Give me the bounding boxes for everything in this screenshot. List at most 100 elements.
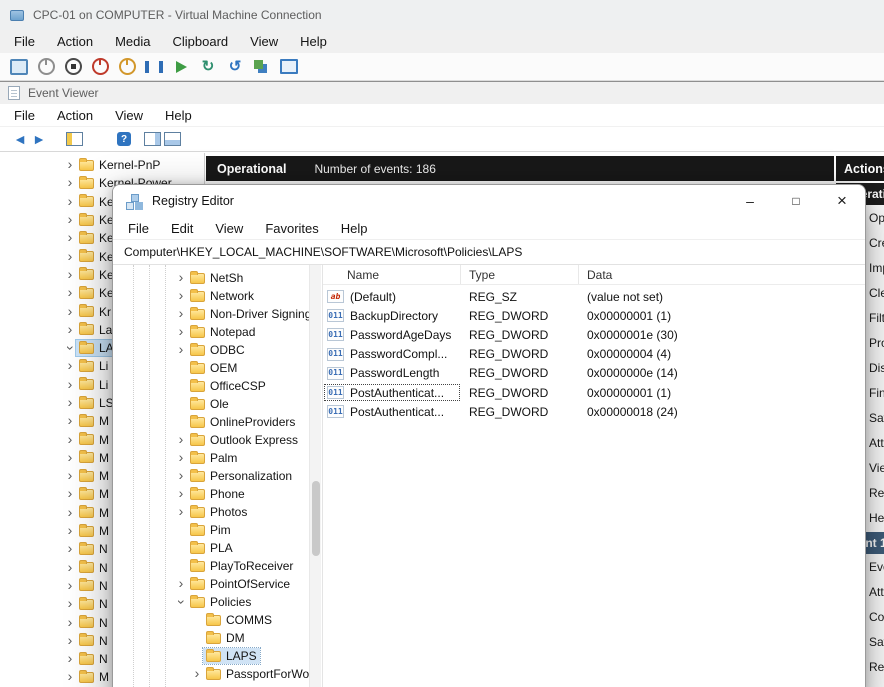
registry-value-row[interactable]: (Default) REG_SZ (value not set) (323, 287, 865, 306)
tree-item-body[interactable]: M (76, 523, 112, 539)
tree-item-body[interactable]: M (76, 505, 112, 521)
chevron-right-icon[interactable] (175, 341, 187, 359)
tree-item-body[interactable]: M (76, 413, 112, 429)
tree-item-body[interactable]: N (76, 615, 111, 631)
menu-item[interactable]: Help (289, 34, 338, 49)
chevron-right-icon[interactable] (64, 248, 76, 266)
chevron-right-icon[interactable] (64, 467, 76, 485)
tree-item-body[interactable]: N (76, 596, 111, 612)
reg-titlebar[interactable]: Registry Editor (113, 185, 865, 217)
ev-tree-item[interactable]: Kernel-PnP (0, 156, 204, 174)
help-icon[interactable] (114, 129, 134, 149)
chevron-right-icon[interactable] (64, 668, 76, 686)
reg-tree-item[interactable]: Phone (113, 485, 309, 503)
chevron-right-icon[interactable] (175, 449, 187, 467)
menu-item[interactable]: File (117, 221, 160, 236)
tree-item-body[interactable]: Notepad (187, 324, 258, 340)
tree-item-body[interactable]: Ke (76, 230, 117, 246)
chevron-right-icon[interactable] (175, 503, 187, 521)
show-preview-pane-icon[interactable] (162, 129, 182, 149)
reg-tree-item[interactable]: PLA (113, 539, 309, 557)
tree-item-body[interactable]: LAPS (203, 648, 260, 664)
tree-item-body[interactable]: Ke (76, 285, 117, 301)
menu-item[interactable]: Media (104, 34, 161, 49)
chevron-right-icon[interactable] (175, 575, 187, 593)
chevron-right-icon[interactable] (64, 485, 76, 503)
tree-item-body[interactable]: OfficeCSP (187, 378, 269, 394)
reg-tree-item[interactable]: Notepad (113, 323, 309, 341)
reg-tree-item[interactable]: LAPS (113, 647, 309, 665)
chevron-right-icon[interactable] (64, 193, 76, 211)
reg-tree-item[interactable]: Palm (113, 449, 309, 467)
value-name-cell[interactable]: PostAuthenticat... (323, 402, 461, 421)
reg-tree-item[interactable]: PassportForWork (113, 665, 309, 683)
forward-icon[interactable] (30, 129, 50, 149)
chevron-right-icon[interactable] (175, 269, 187, 287)
show-console-tree-icon[interactable] (64, 129, 84, 149)
tree-item-body[interactable]: Li (76, 358, 111, 374)
chevron-right-icon[interactable] (64, 522, 76, 540)
tree-item-body[interactable]: M (76, 432, 112, 448)
tree-item-body[interactable]: Li (76, 377, 111, 393)
reg-tree-item[interactable]: Outlook Express (113, 431, 309, 449)
reg-tree-item[interactable]: PlayToReceiver (113, 557, 309, 575)
reg-tree-item[interactable]: DM (113, 629, 309, 647)
pause-icon[interactable] (145, 58, 163, 76)
reg-address-bar[interactable]: Computer\HKEY_LOCAL_MACHINE\SOFTWARE\Mic… (113, 239, 865, 265)
chevron-right-icon[interactable] (175, 467, 187, 485)
value-name-cell[interactable]: PasswordAgeDays (323, 325, 461, 344)
registry-value-row[interactable]: BackupDirectory REG_DWORD 0x00000001 (1) (323, 306, 865, 325)
chevron-right-icon[interactable] (64, 376, 76, 394)
chevron-right-icon[interactable] (64, 559, 76, 577)
value-name-cell[interactable]: PostAuthenticat... (323, 383, 461, 402)
menu-item[interactable]: View (204, 221, 254, 236)
chevron-right-icon[interactable] (172, 596, 190, 608)
registry-value-row[interactable]: PasswordAgeDays REG_DWORD 0x0000001e (30… (323, 325, 865, 344)
menu-item[interactable]: Edit (160, 221, 204, 236)
reg-tree-item[interactable]: COMMS (113, 611, 309, 629)
reg-tree-item[interactable]: Pim (113, 521, 309, 539)
menu-item[interactable]: Favorites (254, 221, 329, 236)
column-header[interactable]: Data (579, 265, 865, 284)
show-action-pane-icon[interactable] (142, 129, 162, 149)
tree-item-body[interactable]: M (76, 669, 112, 685)
tree-item-body[interactable]: DM (203, 630, 248, 646)
chevron-right-icon[interactable] (64, 156, 76, 174)
close-button[interactable] (819, 185, 865, 217)
registry-value-row[interactable]: PasswordCompl... REG_DWORD 0x00000004 (4… (323, 345, 865, 364)
tree-item-body[interactable]: Palm (187, 450, 240, 466)
tree-item-body[interactable]: N (76, 633, 111, 649)
column-header[interactable]: Type (461, 265, 579, 284)
back-icon[interactable] (10, 129, 30, 149)
resume-icon[interactable] (172, 58, 190, 76)
tree-item-body[interactable]: Ke (76, 249, 117, 265)
chevron-right-icon[interactable] (64, 266, 76, 284)
reg-tree-item[interactable]: OfficeCSP (113, 377, 309, 395)
tree-item-body[interactable]: Kr (76, 304, 114, 320)
chevron-right-icon[interactable] (175, 287, 187, 305)
start-icon[interactable] (37, 58, 55, 76)
tree-item-body[interactable]: PointOfService (187, 576, 293, 592)
tree-item-body[interactable]: Non-Driver Signing (187, 306, 309, 322)
value-name-cell[interactable]: BackupDirectory (323, 306, 461, 325)
reg-tree-item[interactable]: Policies (113, 593, 309, 611)
reg-tree-item[interactable]: Personalization (113, 467, 309, 485)
chevron-right-icon[interactable] (64, 174, 76, 192)
chevron-right-icon[interactable] (64, 632, 76, 650)
chevron-right-icon[interactable] (64, 357, 76, 375)
reg-tree-item[interactable]: Ole (113, 395, 309, 413)
save-icon[interactable] (118, 58, 136, 76)
chevron-right-icon[interactable] (64, 614, 76, 632)
turn-off-icon[interactable] (64, 58, 82, 76)
chevron-right-icon[interactable] (64, 577, 76, 595)
chevron-right-icon[interactable] (191, 665, 203, 683)
value-name-cell[interactable]: (Default) (323, 287, 461, 306)
reg-tree-scrollbar[interactable] (309, 265, 321, 687)
reg-tree-item[interactable]: OEM (113, 359, 309, 377)
registry-value-row[interactable]: PostAuthenticat... REG_DWORD 0x00000018 … (323, 402, 865, 421)
tree-item-body[interactable]: Personalization (187, 468, 295, 484)
menu-item[interactable]: Clipboard (162, 34, 240, 49)
value-name-cell[interactable]: PasswordCompl... (323, 345, 461, 364)
menu-item[interactable]: File (3, 108, 46, 123)
chevron-right-icon[interactable] (64, 321, 76, 339)
